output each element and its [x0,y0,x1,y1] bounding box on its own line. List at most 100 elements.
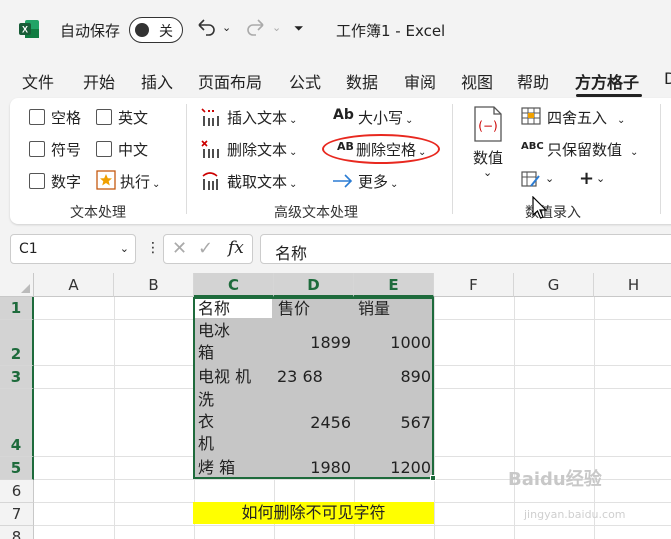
customize-qat-icon[interactable]: ⏷ [294,21,304,36]
annotation-red-oval [322,134,440,164]
active-tab-indicator [576,94,642,97]
row-header-2[interactable]: 2 [0,320,34,366]
checkbox-chinese[interactable] [96,141,112,157]
undo-icon[interactable] [194,16,218,40]
chevron-down-icon: ⌄ [390,179,399,190]
tab-fangfanggezi[interactable]: 方方格子 [575,69,639,93]
chevron-down-icon: ⌄ [289,115,298,126]
tab-insert[interactable]: 插入 [141,69,173,93]
chevron-down-icon[interactable]: ⌄ [545,172,554,185]
column-header-e[interactable]: E [354,273,434,297]
tab-help[interactable]: 帮助 [517,69,549,93]
tab-home[interactable]: 开始 [83,69,115,93]
extract-text-button[interactable]: 截取文本 ⌄ [227,171,297,192]
chevron-down-icon[interactable]: ⌄ [483,166,492,179]
column-header-d[interactable]: D [274,273,354,297]
abc-icon: ABC [521,141,544,152]
insert-text-button[interactable]: 插入文本 ⌄ [227,107,297,128]
checkbox-english[interactable] [96,109,112,125]
cell-e2[interactable]: 1000 [354,332,431,354]
chevron-down-icon[interactable]: ⌄ [120,242,129,255]
fill-handle[interactable] [430,475,436,481]
tab-page-layout[interactable]: 页面布局 [198,69,262,93]
undo-dropdown-icon[interactable]: ⌄ [222,21,231,34]
more-button[interactable]: 更多 ⌄ [358,171,398,192]
plus-icon[interactable]: + [579,168,594,189]
row-header-7[interactable]: 7 [0,503,34,526]
chevron-down-icon: ⌄ [617,115,626,126]
cell-e5[interactable]: 1200 [354,457,431,479]
cell-d1[interactable]: 售价 [278,298,310,320]
row-header-3[interactable]: 3 [0,366,34,389]
tab-data[interactable]: 数据 [346,69,378,93]
insert-text-label: 插入文本 [227,109,288,127]
cell-d2[interactable]: 1899 [274,332,351,354]
checkbox-symbol-label: 符号 [51,141,82,159]
cell-c1[interactable]: 名称 [198,298,230,320]
keep-numbers-button[interactable]: 只保留数值 ⌄ [547,139,638,160]
cell-c2-line1[interactable]: 电冰 [198,320,230,342]
column-header-f[interactable]: F [434,273,514,297]
autosave-toggle[interactable]: 关 [129,17,183,43]
tab-file[interactable]: 文件 [22,69,54,93]
row-header-6[interactable]: 6 [0,480,34,503]
more-options-icon[interactable]: ⋮ [146,240,160,256]
column-header-h[interactable]: H [594,273,671,297]
cell-c7-highlight[interactable]: 如何删除不可见字符 [193,502,434,524]
cell-e1[interactable]: 销量 [358,298,390,320]
cell-d3[interactable]: 23 68 [277,366,323,388]
row-header-8[interactable]: 8 [0,526,34,539]
column-header-b[interactable]: B [114,273,194,297]
cancel-icon[interactable]: ✕ [172,238,187,259]
tab-formulas[interactable]: 公式 [289,69,321,93]
chevron-down-icon[interactable]: ⌄ [596,172,605,185]
cell-e4[interactable]: 567 [354,412,431,434]
column-header-c[interactable]: C [194,273,274,297]
cell-e3[interactable]: 890 [354,366,431,388]
formula-input[interactable]: 名称 [260,234,671,264]
tab-overflow[interactable]: D [664,69,671,88]
delete-text-button[interactable]: 删除文本 ⌄ [227,139,297,160]
tab-review[interactable]: 审阅 [404,69,436,93]
column-header-a[interactable]: A [34,273,114,297]
cell-d4[interactable]: 2456 [274,412,351,434]
checkbox-number[interactable] [29,173,45,189]
row-number: 7 [11,505,22,523]
cell-c4-line3[interactable]: 机 [198,433,214,455]
row-header-4[interactable]: 4 [0,389,34,457]
redo-dropdown-icon[interactable]: ⌄ [272,21,281,34]
round-button[interactable]: 四舍五入 ⌄ [547,107,625,128]
checkbox-space[interactable] [29,109,45,125]
checkbox-symbol[interactable] [29,141,45,157]
name-box[interactable]: C1 ⌄ [10,234,136,264]
row-number: 1 [10,299,22,317]
insert-function-icon[interactable]: fx [228,238,244,258]
cell-c4-line1[interactable]: 洗 [198,389,214,411]
worksheet-grid[interactable]: A B C D E F G H 1 2 3 4 5 6 7 8 名称 售价 销量… [0,196,671,539]
row-number: 5 [10,459,22,477]
tab-view[interactable]: 视图 [461,69,493,93]
keep-numbers-label: 只保留数值 [547,141,623,159]
cell-c4-line2[interactable]: 衣 [198,411,214,433]
title-bar: X 自动保存 关 ⌄ ⌄ ⏷ 工作簿1 - Excel [0,0,671,60]
cell-d5[interactable]: 1980 [274,457,351,479]
cell-c2-line2[interactable]: 箱 [198,342,214,364]
cell-c5[interactable]: 烤 箱 [198,457,235,479]
confirm-icon[interactable]: ✓ [198,238,213,259]
ribbon-tabs: 文件 开始 插入 页面布局 公式 数据 审阅 视图 帮助 方方格子 D [0,64,671,97]
row-number: 2 [10,345,22,363]
insert-text-icon [201,108,219,126]
checkbox-number-label: 数字 [51,173,82,191]
edit-grid-icon[interactable] [521,171,541,189]
select-all-button[interactable] [0,273,34,297]
numeric-button[interactable]: 数值 [473,147,503,168]
execute-icon[interactable] [96,170,116,190]
redo-icon[interactable] [244,16,268,40]
execute-label: 执行 [120,173,151,191]
case-button[interactable]: 大小写 ⌄ [358,107,413,128]
column-header-g[interactable]: G [514,273,594,297]
execute-button[interactable]: 执行 ⌄ [120,171,160,192]
cell-c3[interactable]: 电视 机 [198,366,251,388]
row-header-5[interactable]: 5 [0,457,34,480]
row-header-1[interactable]: 1 [0,297,34,320]
